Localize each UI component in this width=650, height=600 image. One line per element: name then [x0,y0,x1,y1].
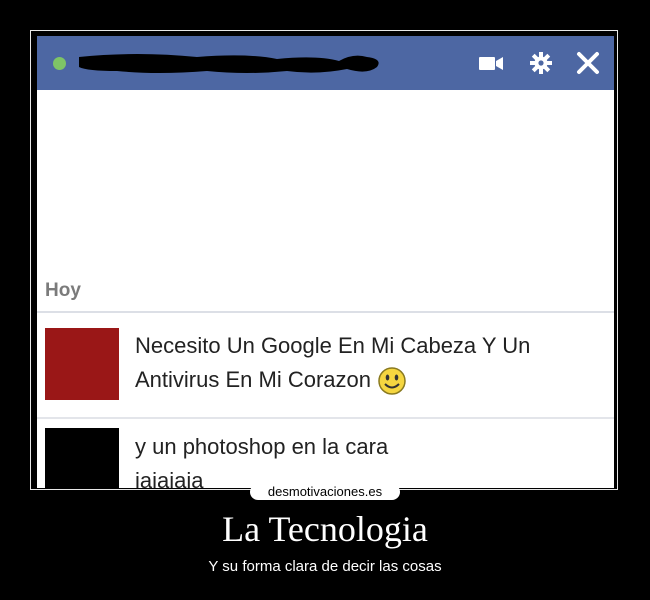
day-divider [37,311,614,313]
chat-window: Hoy Necesito Un Google En Mi Cabeza Y Un… [37,36,614,488]
poster-title: La Tecnologia [222,509,428,549]
message-row: y un photoshop en la cara jajajaja [37,426,614,488]
poster-subtitle: Y su forma clara de decir las cosas [208,558,442,575]
message-row: Necesito Un Google En Mi Cabeza Y Un Ant… [37,325,614,419]
gear-icon[interactable] [527,50,555,76]
day-label: Hoy [45,280,81,301]
avatar[interactable] [45,328,119,400]
avatar[interactable] [45,428,119,488]
site-watermark: desmotivaciones.es [250,484,400,500]
message-text: y un photoshop en la cara jajajaja [135,430,605,488]
online-status-icon [53,57,66,70]
video-call-icon[interactable] [477,50,505,76]
message-text: Necesito Un Google En Mi Cabeza Y Un Ant… [135,329,605,397]
message-line-with-emoji: Antivirus En Mi Corazon [135,363,605,397]
message-line: Antivirus En Mi Corazon [135,367,371,392]
chat-body: Hoy Necesito Un Google En Mi Cabeza Y Un… [37,90,614,488]
message-line: Necesito Un Google En Mi Cabeza Y Un [135,333,531,358]
censored-contact-name [79,54,379,73]
smiley-icon [378,367,406,395]
chat-header [37,36,614,90]
message-line: y un photoshop en la cara [135,434,389,459]
close-icon[interactable] [574,50,602,76]
